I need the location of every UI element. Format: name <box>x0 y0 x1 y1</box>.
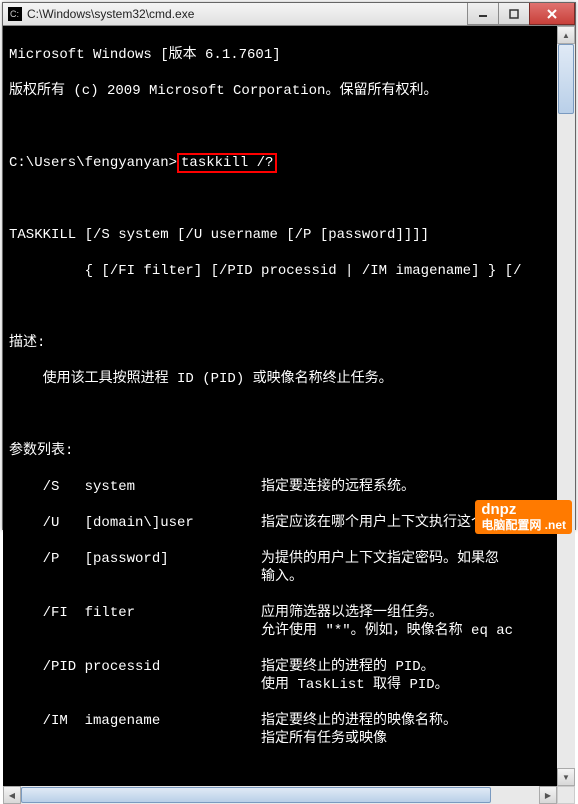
maximize-button[interactable] <box>498 3 530 25</box>
watermark: dnpz 电脑配置网 .net <box>475 500 572 534</box>
param-row-cont: 输入。 <box>9 568 569 586</box>
prompt-line: C:\Users\fengyanyan>taskkill /? <box>9 154 569 172</box>
close-button[interactable] <box>529 3 575 25</box>
vertical-thumb[interactable] <box>558 44 574 114</box>
scroll-up-button[interactable]: ▲ <box>557 26 575 44</box>
minimize-button[interactable] <box>467 3 499 25</box>
param-row: /IM imagename 指定要终止的进程的映像名称。 <box>9 712 569 730</box>
horizontal-track[interactable] <box>21 786 539 804</box>
svg-text:C:: C: <box>10 9 19 19</box>
window-title: C:\Windows\system32\cmd.exe <box>27 7 468 21</box>
cmd-icon: C: <box>7 6 23 22</box>
usage-line2: { [/FI filter] [/PID processid | /IM ima… <box>9 262 569 280</box>
terminal-output[interactable]: Microsoft Windows [版本 6.1.7601] 版权所有 (c)… <box>3 26 575 804</box>
header-line1: Microsoft Windows [版本 6.1.7601] <box>9 46 569 64</box>
watermark-main: dnpz <box>481 501 516 518</box>
param-row: /FI filter 应用筛选器以选择一组任务。 <box>9 604 569 622</box>
param-row: /S system 指定要连接的远程系统。 <box>9 478 569 496</box>
param-row: /P [password] 为提供的用户上下文指定密码。如果忽 <box>9 550 569 568</box>
params-heading: 参数列表: <box>9 442 569 460</box>
terminal-area: Microsoft Windows [版本 6.1.7601] 版权所有 (c)… <box>3 26 575 804</box>
watermark-sub: 电脑配置网 .net <box>481 519 566 532</box>
scroll-left-button[interactable]: ◀ <box>3 786 21 804</box>
param-row-cont: 使用 TaskList 取得 PID。 <box>9 676 569 694</box>
usage-line1: TASKKILL [/S system [/U username [/P [pa… <box>9 226 569 244</box>
command-highlight: taskkill /? <box>177 153 277 173</box>
param-row-cont: 允许使用 "*"。例如，映像名称 eq ac <box>9 622 569 640</box>
header-line2: 版权所有 (c) 2009 Microsoft Corporation。保留所有… <box>9 82 569 100</box>
param-row-cont: 指定所有任务或映像 <box>9 730 569 748</box>
cmd-window: C: C:\Windows\system32\cmd.exe Microsoft… <box>2 2 576 530</box>
param-row: /PID processid 指定要终止的进程的 PID。 <box>9 658 569 676</box>
scroll-right-button[interactable]: ▶ <box>539 786 557 804</box>
window-buttons <box>468 3 575 25</box>
scroll-corner <box>557 786 575 804</box>
prompt-path: C:\Users\fengyanyan> <box>9 155 177 171</box>
vertical-scrollbar[interactable]: ▲ ▼ <box>557 26 575 786</box>
vertical-track[interactable] <box>557 44 575 768</box>
titlebar[interactable]: C: C:\Windows\system32\cmd.exe <box>3 3 575 26</box>
scroll-down-button[interactable]: ▼ <box>557 768 575 786</box>
desc-heading: 描述: <box>9 334 569 352</box>
horizontal-scrollbar[interactable]: ◀ ▶ <box>3 786 557 804</box>
horizontal-thumb[interactable] <box>21 787 491 803</box>
desc-text: 使用该工具按照进程 ID (PID) 或映像名称终止任务。 <box>9 370 569 388</box>
